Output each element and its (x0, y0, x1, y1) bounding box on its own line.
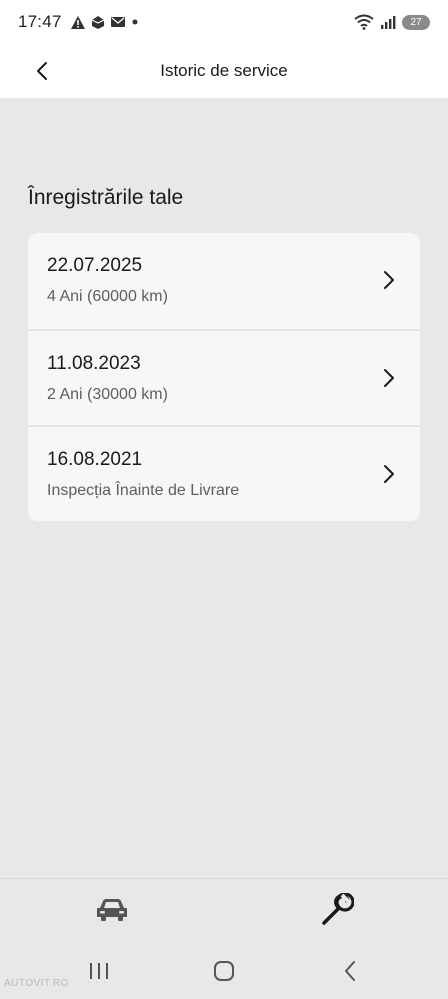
app-header: Istoric de service (0, 44, 448, 98)
watermark: AUTOVIT.RO (4, 978, 69, 989)
chevron-right-icon (384, 271, 394, 289)
service-record-row[interactable]: 22.07.2025 4 Ani (60000 km) (28, 233, 420, 329)
status-right: 27 (354, 14, 430, 30)
record-description: 2 Ani (30000 km) (47, 386, 168, 403)
record-description: 4 Ani (60000 km) (47, 288, 168, 305)
status-time: 17:47 (18, 12, 62, 31)
signal-icon (381, 15, 396, 29)
service-record-row[interactable]: 11.08.2023 2 Ani (30000 km) (28, 329, 420, 425)
dot-icon (132, 19, 138, 25)
service-record-row[interactable]: 16.08.2021 Inspecția Înainte de Livrare (28, 425, 420, 521)
alert-icon (70, 15, 85, 29)
system-back-button[interactable] (342, 960, 358, 982)
record-date: 22.07.2025 (47, 255, 143, 276)
tab-vehicle[interactable] (96, 897, 128, 923)
recents-button[interactable] (88, 962, 110, 980)
system-nav-bar (0, 942, 448, 999)
notification-icons (70, 15, 140, 30)
page-title: Istoric de service (160, 61, 288, 80)
back-icon (345, 961, 355, 981)
mail-icon (110, 17, 125, 27)
bottom-tab-bar (0, 878, 448, 942)
car-icon (97, 899, 127, 921)
status-bar: 17:47 27 (0, 0, 448, 44)
record-description: Inspecția Înainte de Livrare (47, 482, 240, 499)
record-date: 11.08.2023 (47, 353, 141, 374)
wrench-icon (322, 892, 355, 925)
home-icon (214, 961, 234, 981)
recents-icon (90, 963, 108, 979)
stack-icon (91, 15, 104, 29)
wifi-icon (354, 14, 374, 30)
home-button[interactable] (213, 960, 235, 982)
chevron-right-icon (384, 465, 394, 483)
service-records-list: 22.07.2025 4 Ani (60000 km) 11.08.2023 2… (28, 233, 420, 521)
battery-indicator: 27 (402, 14, 430, 30)
status-left: 17:47 (18, 12, 140, 32)
tab-service[interactable] (320, 892, 355, 927)
chevron-right-icon (384, 369, 394, 387)
back-button[interactable] (28, 57, 56, 85)
chevron-left-icon (37, 62, 47, 80)
section-heading: Înregistrările tale (28, 186, 184, 209)
record-date: 16.08.2021 (47, 449, 143, 470)
